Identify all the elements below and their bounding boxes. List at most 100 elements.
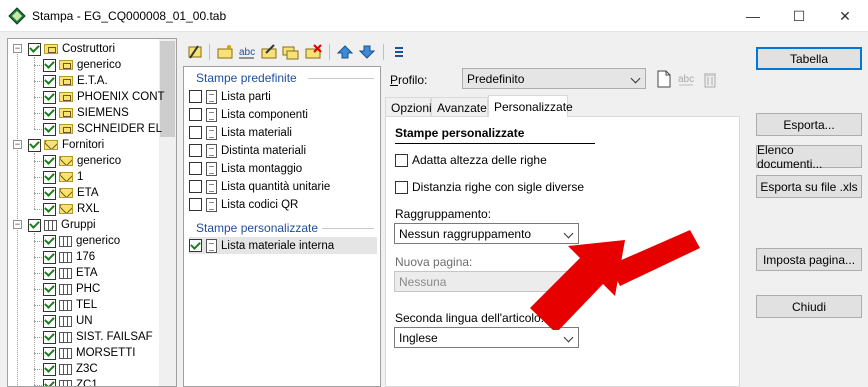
checkbox[interactable] [43,186,56,200]
filter-tree[interactable]: − Costruttori generico E.T.A. PHOENIX CONT SI… [7,38,177,387]
checkbox[interactable] [189,126,202,139]
export-button[interactable]: Esporta... [756,113,862,136]
tree-group[interactable]: Fornitori [28,137,104,153]
checkbox[interactable] [43,202,56,216]
checkbox[interactable] [43,106,56,120]
checkbox[interactable] [43,250,56,264]
tree-item[interactable]: generico [43,153,121,169]
custom-report-item[interactable]: Lista materiale interna [189,237,377,254]
checkbox[interactable] [43,298,56,312]
table-button[interactable]: Tabella [756,47,862,70]
close-button[interactable]: Chiudi [756,295,862,318]
export-xls-button[interactable]: Esporta su file .xls [756,175,862,198]
report-item[interactable]: Distinta materiali [189,142,306,159]
rename-profile-button[interactable]: abc [678,70,694,88]
tree-group[interactable]: Gruppi [28,217,96,233]
tree-item[interactable]: 176 [43,249,95,265]
checkbox[interactable] [189,108,202,121]
tab-options[interactable]: Opzioni [385,97,432,117]
collapse-toggle[interactable]: − [13,220,22,229]
report-item[interactable]: Lista componenti [189,106,308,123]
folder-icon [44,44,58,54]
tree-item[interactable]: Z3C [43,361,98,377]
collapse-toggle[interactable]: − [13,140,22,149]
tab-advanced[interactable]: Avanzate [431,97,488,117]
tree-item[interactable]: MORSETTI [43,345,135,361]
minimize-button[interactable]: — [730,0,776,32]
second-language-value: Inglese [399,330,438,345]
tree-item[interactable]: SIEMENS [43,105,129,121]
checkbox[interactable] [43,74,56,88]
tree-item[interactable]: TEL [43,297,97,313]
checkbox[interactable] [189,144,202,157]
tree-item[interactable]: SIST. FAILSAF [43,329,153,345]
reports-toolbar: abc [183,38,423,66]
tree-item[interactable]: RXL [43,201,99,217]
report-item[interactable]: Lista parti [189,88,271,105]
report-item[interactable]: Lista codici QR [189,196,298,213]
checkbox[interactable] [189,90,202,103]
tree-item[interactable]: generico [43,233,120,249]
tree-item[interactable]: 1 [43,169,83,185]
tree-item[interactable]: UN [43,313,93,329]
arrow-down-icon [359,45,375,59]
delete-report-button[interactable] [303,42,323,62]
page-setup-button[interactable]: Imposta pagina... [756,248,862,271]
new-profile-button[interactable] [656,70,672,88]
adapt-height-checkbox[interactable]: Adatta altezza delle righe [395,153,547,167]
checkbox[interactable] [189,239,202,252]
document-list-button[interactable]: Elenco documenti... [756,143,862,171]
move-up-button[interactable] [335,42,355,62]
tree-group[interactable]: Costruttori [28,41,115,57]
report-item[interactable]: Lista materiali [189,124,292,141]
checkbox[interactable] [43,330,56,344]
checkbox[interactable] [28,138,41,152]
distance-rows-checkbox[interactable]: Distanzia righe con sigle diverse [395,180,584,194]
edit-report-button[interactable] [259,42,279,62]
checkbox[interactable] [28,218,41,232]
checkbox[interactable] [43,282,56,296]
tree-item[interactable]: generico [43,57,121,73]
checkbox[interactable] [189,198,202,211]
close-window-button[interactable]: ✕ [822,0,868,32]
group-divider [322,228,374,229]
checkbox[interactable] [43,170,56,184]
checkbox[interactable] [43,234,56,248]
tree-item[interactable]: ETA [43,185,99,201]
collapse-toggle[interactable]: − [13,44,22,53]
rename-button[interactable]: abc [237,42,257,62]
new-report-button[interactable] [215,42,235,62]
maximize-button[interactable]: ☐ [776,0,822,32]
second-language-dropdown[interactable]: Inglese [394,327,579,348]
delete-profile-button[interactable] [702,70,718,88]
checkbox[interactable] [43,346,56,360]
checkbox[interactable] [43,378,56,386]
checkbox[interactable] [395,153,408,167]
checkbox[interactable] [43,154,56,168]
checkbox[interactable] [43,266,56,280]
tree-item[interactable]: PHOENIX CONT [43,89,165,105]
checkbox[interactable] [189,180,202,193]
profile-dropdown[interactable]: Predefinito [462,68,646,89]
tab-custom[interactable]: Personalizzate [488,95,573,117]
checkbox[interactable] [395,180,408,194]
checkbox[interactable] [189,162,202,175]
report-item[interactable]: Lista quantità unitarie [189,178,330,195]
tree-item[interactable]: E.T.A. [43,73,108,89]
move-down-button[interactable] [357,42,377,62]
checkbox[interactable] [43,122,56,136]
report-item[interactable]: Lista montaggio [189,160,302,177]
tree-item[interactable]: ZC1 [43,377,98,386]
tree-item[interactable]: PHC [43,281,100,297]
checkbox[interactable] [28,42,41,56]
tree-item[interactable]: SCHNEIDER EL [43,121,162,137]
title-bar: Stampa - EG_CQ000008_01_00.tab — ☐ ✕ [0,0,868,32]
checkbox[interactable] [43,90,56,104]
magic-wand-button[interactable] [185,42,205,62]
menu-button[interactable] [389,42,409,62]
checkbox[interactable] [43,58,56,72]
checkbox[interactable] [43,362,56,376]
checkbox[interactable] [43,314,56,328]
copy-report-button[interactable] [281,42,301,62]
tree-item[interactable]: ETA [43,265,98,281]
